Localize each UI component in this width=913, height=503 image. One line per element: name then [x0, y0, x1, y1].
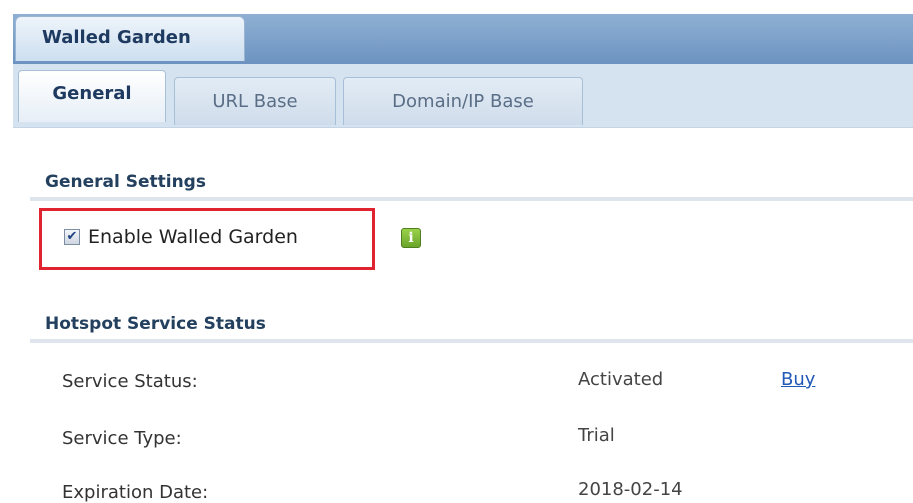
service-type-label: Service Type:	[62, 428, 182, 449]
enable-walled-garden-label[interactable]: Enable Walled Garden	[88, 226, 298, 248]
info-icon[interactable]: i	[401, 228, 421, 248]
section-divider	[30, 339, 913, 343]
buy-link[interactable]: Buy	[781, 369, 815, 390]
tab-general[interactable]: General	[18, 70, 166, 122]
hotspot-status-heading: Hotspot Service Status	[45, 314, 266, 334]
expiration-date-value: 2018-02-14	[578, 479, 683, 500]
service-type-value: Trial	[578, 425, 615, 446]
window-title-tab[interactable]: Walled Garden	[15, 16, 245, 61]
general-settings-heading: General Settings	[45, 172, 206, 192]
enable-walled-garden-checkbox[interactable]: ✔	[64, 229, 80, 245]
expiration-date-label: Expiration Date:	[62, 482, 209, 503]
tab-domain-ip-base[interactable]: Domain/IP Base	[343, 77, 583, 125]
section-divider	[30, 197, 913, 201]
service-status-label: Service Status:	[62, 371, 198, 392]
tab-url-base[interactable]: URL Base	[174, 77, 336, 125]
service-status-value: Activated	[578, 369, 664, 390]
